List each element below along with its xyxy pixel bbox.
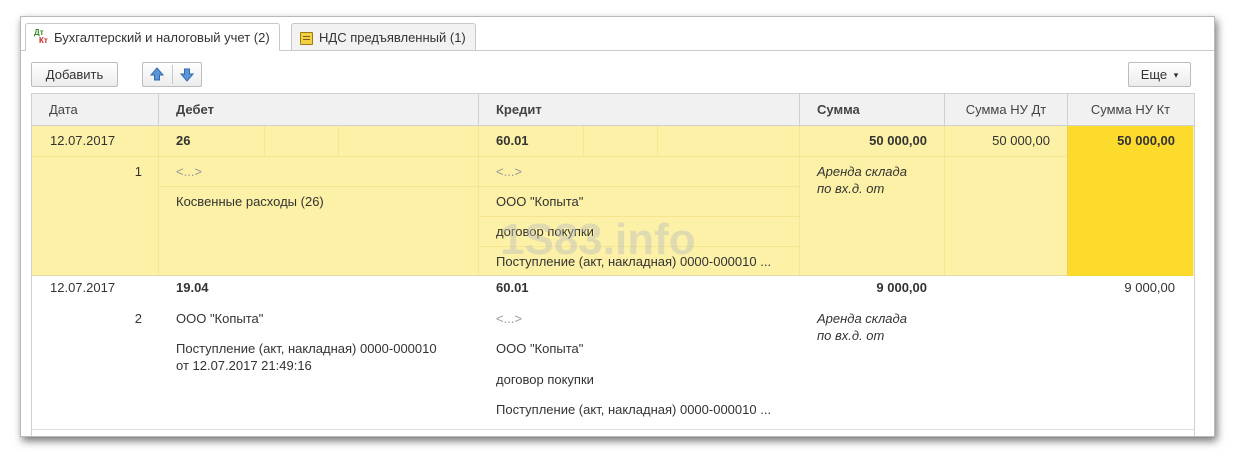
entry-date: 12.07.2017 bbox=[50, 133, 116, 148]
credit-account[interactable]: 60.01 bbox=[496, 133, 529, 149]
column-header-sum-nu-dt[interactable]: Сумма НУ Дт bbox=[944, 94, 1067, 125]
grid-line bbox=[158, 126, 159, 275]
debit-account[interactable]: 19.04 bbox=[176, 280, 209, 296]
debit-subconto-2-line1[interactable]: Поступление (акт, накладная) 0000-000010 bbox=[176, 341, 437, 357]
tab-bar: Дт Кт Бухгалтерский и налоговый учет (2) Н… bbox=[21, 17, 1214, 51]
more-menu-button[interactable]: Еще ▾ bbox=[1128, 62, 1191, 87]
entry-sum-nu-dt[interactable]: 50 000,00 bbox=[944, 133, 1050, 149]
grid-line bbox=[799, 156, 944, 157]
column-header-sum-nu-kt[interactable]: Сумма НУ Кт bbox=[1067, 94, 1193, 125]
credit-subconto-1[interactable]: <...> bbox=[496, 311, 522, 327]
entry-sum-nu-kt[interactable]: 50 000,00 bbox=[1067, 133, 1175, 149]
entry-sum-nu-kt[interactable]: 9 000,00 bbox=[1067, 280, 1175, 296]
arrow-up-icon bbox=[149, 67, 165, 81]
entry-content-line2[interactable]: по вх.д. от bbox=[817, 181, 884, 197]
entry-number: 2 bbox=[134, 311, 142, 326]
column-header-credit[interactable]: Кредит bbox=[478, 94, 799, 125]
grid-line bbox=[158, 186, 799, 187]
tab-vat[interactable]: НДС предъявленный (1) bbox=[291, 23, 476, 50]
watermark-logo: 1S83.info bbox=[500, 215, 696, 264]
grid-line bbox=[944, 156, 1067, 157]
entry-content-line1[interactable]: Аренда склада bbox=[817, 164, 907, 180]
debit-account[interactable]: 26 bbox=[176, 133, 190, 149]
debit-subconto-1[interactable]: <...> bbox=[176, 164, 202, 180]
credit-subconto-2[interactable]: ООО "Копыта" bbox=[496, 194, 583, 210]
grid-line bbox=[158, 156, 799, 157]
chevron-down-icon: ▾ bbox=[1173, 70, 1179, 80]
entry-sum[interactable]: 9 000,00 bbox=[799, 280, 927, 296]
entry-date: 12.07.2017 bbox=[50, 280, 116, 295]
dt-kt-icon: Дт Кт bbox=[34, 27, 48, 45]
column-header-date[interactable]: Дата bbox=[32, 94, 158, 125]
tab-vat-label: НДС предъявленный (1) bbox=[319, 30, 466, 45]
grid-line bbox=[264, 126, 265, 155]
more-menu-label: Еще bbox=[1140, 67, 1168, 82]
table-row[interactable]: 12.07.2017 2 19.04 ООО "Копыта" Поступле… bbox=[32, 277, 1194, 430]
debit-subconto-1[interactable]: ООО "Копыта" bbox=[176, 311, 263, 327]
grid-line bbox=[657, 126, 658, 155]
credit-subconto-3[interactable]: договор покупки bbox=[496, 372, 594, 388]
add-button[interactable]: Добавить bbox=[31, 62, 118, 87]
move-down-button[interactable] bbox=[179, 66, 195, 83]
column-header-debit[interactable]: Дебет bbox=[158, 94, 478, 125]
debit-subconto-2-line2[interactable]: от 12.07.2017 21:49:16 bbox=[176, 358, 312, 374]
entry-number: 1 bbox=[134, 164, 142, 179]
credit-subconto-2[interactable]: ООО "Копыта" bbox=[496, 341, 583, 357]
entry-content-line2[interactable]: по вх.д. от bbox=[817, 328, 884, 344]
entry-content-line1[interactable]: Аренда склада bbox=[817, 311, 907, 327]
tab-accounting-label: Бухгалтерский и налоговый учет (2) bbox=[54, 30, 270, 45]
move-buttons-group bbox=[142, 62, 202, 87]
grid-line bbox=[338, 126, 339, 155]
tab-accounting[interactable]: Дт Кт Бухгалтерский и налоговый учет (2) bbox=[25, 23, 280, 51]
vat-register-icon bbox=[300, 32, 313, 46]
credit-subconto-1[interactable]: <...> bbox=[496, 164, 522, 180]
grid-line bbox=[32, 156, 158, 157]
grid-line bbox=[583, 126, 584, 155]
group-separator bbox=[172, 65, 173, 84]
table-header: Дата Дебет Кредит Сумма Сумма НУ Дт Сумм… bbox=[32, 93, 1194, 126]
grid-line bbox=[478, 126, 479, 275]
credit-account[interactable]: 60.01 bbox=[496, 280, 529, 296]
column-header-sum[interactable]: Сумма bbox=[799, 94, 944, 125]
debit-subconto-2[interactable]: Косвенные расходы (26) bbox=[176, 194, 324, 210]
move-up-button[interactable] bbox=[149, 66, 165, 83]
arrow-down-icon bbox=[179, 68, 195, 82]
credit-subconto-4[interactable]: Поступление (акт, накладная) 0000-000010… bbox=[496, 402, 771, 418]
document-form: Дт Кт Бухгалтерский и налоговый учет (2) Н… bbox=[20, 16, 1215, 437]
entry-sum[interactable]: 50 000,00 bbox=[799, 133, 927, 149]
